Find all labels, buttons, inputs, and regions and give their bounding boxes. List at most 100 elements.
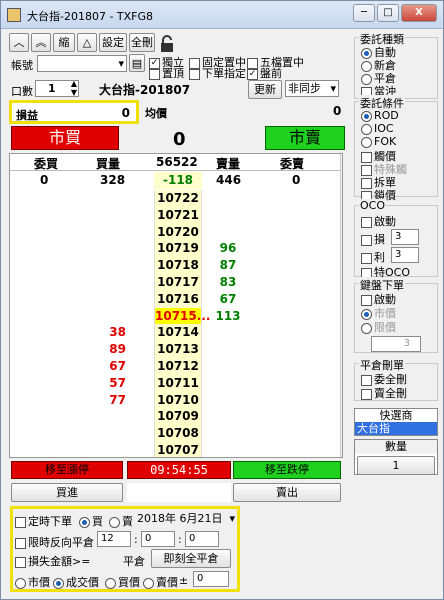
table-row[interactable]: 77 10710 <box>10 391 342 410</box>
price-cell[interactable]: 10715... <box>154 307 210 326</box>
buy-button[interactable]: 買進 <box>11 483 123 502</box>
qty-input[interactable]: 1 ▲ ▼ <box>35 79 79 97</box>
kb-start-checkbox[interactable] <box>361 294 372 306</box>
price-cell[interactable]: 10708 <box>154 425 202 443</box>
price-cell[interactable]: 10707 <box>154 442 202 457</box>
oco-start[interactable]: 啟動 <box>361 213 396 229</box>
loss-amount-checkbox[interactable] <box>15 556 26 568</box>
fok-radio[interactable] <box>361 136 372 148</box>
notes-icon[interactable]: ▤ <box>129 54 145 72</box>
loss-amount-check[interactable]: 損失金額>= <box>15 553 90 569</box>
price-cell[interactable]: 10716 <box>154 290 202 309</box>
count-value[interactable]: 1 <box>357 456 435 475</box>
account-select[interactable]: ▾ <box>37 55 127 72</box>
del-sell[interactable]: 賣全刪 <box>361 385 407 401</box>
sync-select[interactable]: 非同步 ▾ <box>285 80 339 97</box>
kb-limit[interactable]: 限價 <box>361 319 396 335</box>
table-row[interactable]: 10718 87 <box>10 257 342 275</box>
oco-profit[interactable]: 利 <box>361 249 385 265</box>
loss-amount-input[interactable] <box>89 551 119 568</box>
page-up-button[interactable]: ︽ <box>31 33 51 52</box>
bid-price-radio[interactable]: 買價 <box>105 574 140 590</box>
close-button[interactable]: X <box>401 4 437 22</box>
rod-radio[interactable] <box>361 110 372 122</box>
offset-input[interactable]: 0 <box>193 571 229 587</box>
del-sell-checkbox[interactable] <box>361 388 372 400</box>
price-cell[interactable]: 10714 <box>154 324 202 342</box>
maximize-button[interactable]: □ <box>377 4 399 22</box>
timed-order-check[interactable]: 定時下單 <box>15 513 72 529</box>
table-row[interactable]: 67 10712 <box>10 358 342 376</box>
table-row[interactable]: 10719 96 <box>10 240 342 258</box>
triangle-button[interactable]: △ <box>77 33 97 52</box>
shrink-button[interactable]: 縮 <box>53 33 75 52</box>
reverse-close-check[interactable]: 限時反向平倉 <box>15 534 94 550</box>
timed-sell-radio[interactable]: 賣 <box>109 513 133 529</box>
del-buy-checkbox[interactable] <box>361 374 372 386</box>
price-cell[interactable]: 10710 <box>154 391 202 410</box>
move-limit-down-button[interactable]: 移至跌停 <box>233 461 341 479</box>
table-row[interactable]: 10707 <box>10 442 342 457</box>
lock-icon[interactable] <box>157 35 177 53</box>
pin-checkbox[interactable] <box>149 68 160 80</box>
price-cell[interactable]: 10718 <box>154 257 202 275</box>
close-all-button[interactable]: 即刻全平倉 <box>151 549 231 568</box>
kb-market-radio[interactable] <box>361 308 372 320</box>
price-cell[interactable]: 10719 <box>154 240 202 258</box>
table-row[interactable]: 57 10711 <box>10 374 342 393</box>
bid-radio[interactable] <box>105 577 116 589</box>
deal-radio[interactable] <box>53 577 64 589</box>
cond-rod[interactable]: ROD <box>361 109 399 122</box>
price-cell[interactable]: 10712 <box>154 358 202 376</box>
table-row[interactable]: 89 10713 <box>10 341 342 359</box>
refresh-button[interactable]: 更新 <box>248 80 282 99</box>
sell-button[interactable]: 賣出 <box>233 483 341 502</box>
quick-select-list[interactable]: 快選商 大台指 <box>354 408 438 436</box>
table-row[interactable]: 10708 <box>10 425 342 443</box>
table-row[interactable]: 10721 <box>10 206 342 225</box>
price-cell[interactable]: 10722 <box>154 190 202 208</box>
oco-start-checkbox[interactable] <box>361 216 372 228</box>
reverse-close-checkbox[interactable] <box>15 537 26 549</box>
ticks-checkbox[interactable]: ✓ <box>247 68 258 80</box>
scroll-up-button[interactable]: ︿ <box>9 33 29 52</box>
price-cell[interactable]: 10709 <box>154 408 202 426</box>
date-picker[interactable]: 2018年 6月21日 ▾ <box>135 511 235 528</box>
price-cell[interactable]: 10717 <box>154 274 202 292</box>
move-limit-up-button[interactable]: 移至漲停 <box>11 461 123 479</box>
ladder-scrollbar[interactable] <box>340 154 342 457</box>
below-specify-check[interactable]: 下單指定 <box>189 65 246 81</box>
cond-ioc[interactable]: IOC <box>361 122 394 135</box>
quick-select-item[interactable]: 大台指 <box>355 422 437 435</box>
table-row[interactable]: 10717 83 <box>10 274 342 292</box>
buy-radio[interactable] <box>79 516 90 528</box>
price-cell[interactable]: 10721 <box>154 206 202 225</box>
kb-value-input[interactable]: 3 <box>371 336 421 352</box>
kb-limit-radio[interactable] <box>361 322 372 334</box>
market-price-radio[interactable]: 市價 <box>15 574 50 590</box>
table-row[interactable]: 38 10714 <box>10 324 342 342</box>
cond-fok[interactable]: FOK <box>361 135 396 148</box>
pin-check[interactable]: 置頂 <box>149 65 184 81</box>
price-cell[interactable]: 10713 <box>154 341 202 359</box>
ioc-radio[interactable] <box>361 123 372 135</box>
oco-profit-input[interactable]: 3 <box>391 247 419 263</box>
oco-loss[interactable]: 損 <box>361 231 385 247</box>
ask-radio[interactable] <box>143 577 154 589</box>
price-cell[interactable]: 10720 <box>154 223 202 242</box>
deal-price-radio[interactable]: 成交價 <box>53 574 99 590</box>
ask-price-radio[interactable]: 賣價 <box>143 574 178 590</box>
oco-loss-input[interactable]: 3 <box>391 229 419 245</box>
settings-button[interactable]: 設定 <box>99 33 127 52</box>
price-cell[interactable]: 10711 <box>154 374 202 393</box>
table-row[interactable]: 10716 67 <box>10 290 342 309</box>
sell-radio[interactable] <box>109 516 120 528</box>
hour-input[interactable]: 12 <box>97 531 131 547</box>
timed-buy-radio[interactable]: 買 <box>79 513 103 529</box>
market-buy-button[interactable]: 市買 <box>11 126 119 150</box>
below-specify-checkbox[interactable] <box>189 68 200 80</box>
delete-all-button[interactable]: 全刪 <box>129 33 155 52</box>
market-radio[interactable] <box>15 577 26 589</box>
timed-order-checkbox[interactable] <box>15 516 26 528</box>
oco-profit-checkbox[interactable] <box>361 252 372 264</box>
